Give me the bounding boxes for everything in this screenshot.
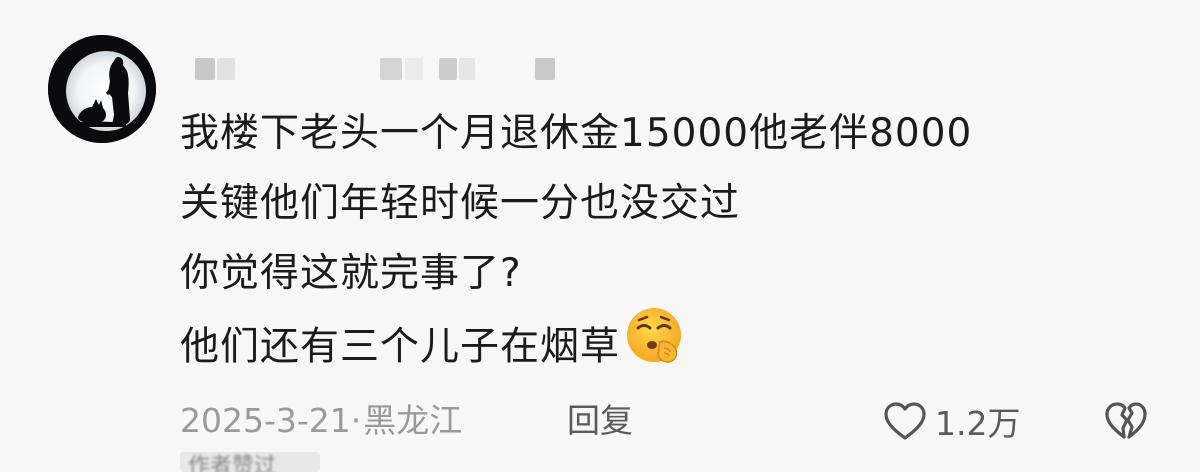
redaction-block [439, 58, 457, 80]
meta-separator: · [350, 401, 362, 440]
heart-outline-icon [884, 402, 926, 440]
shushing-face-emoji [624, 304, 686, 384]
comment-item: 我楼下老头一个月退休金15000他老伴8000 关键他们年轻时候一分也没交过 你… [0, 0, 1200, 472]
comment-line: 我楼下老头一个月退休金15000他老伴8000 [180, 111, 973, 156]
comment-line: 关键他们年轻时候一分也没交过 [180, 181, 741, 226]
username-redacted[interactable] [195, 58, 585, 82]
avatar-image [48, 35, 156, 143]
author-liked-tag: 作者赞过 [180, 452, 320, 472]
redaction-block [405, 58, 423, 80]
comment-date: 2025-3-21 [180, 401, 351, 440]
reply-button[interactable]: 回复 [567, 398, 633, 444]
comment-line-last: 他们还有三个儿子在烟草 [180, 308, 1140, 384]
redaction-block [217, 58, 235, 80]
like-count: 1.2万 [935, 404, 1021, 443]
redaction-block [535, 58, 555, 80]
author-liked-tag-text: 作者赞过 [188, 454, 277, 472]
comment-line-text: 他们还有三个儿子在烟草 [180, 324, 621, 370]
redaction-block [380, 58, 402, 80]
redaction-block [195, 58, 215, 80]
like-button[interactable]: 1.2万 [883, 396, 1020, 446]
comment-text: 我楼下老头一个月退休金15000他老伴8000 关键他们年轻时候一分也没交过 你… [180, 104, 1140, 384]
dislike-button[interactable] [1101, 396, 1151, 446]
comment-meta: 2025-3-21·黑龙江 [180, 398, 462, 444]
comment-location: 黑龙江 [363, 401, 463, 440]
avatar[interactable] [48, 35, 156, 143]
redaction-block [459, 58, 475, 80]
broken-heart-icon [1105, 402, 1147, 439]
